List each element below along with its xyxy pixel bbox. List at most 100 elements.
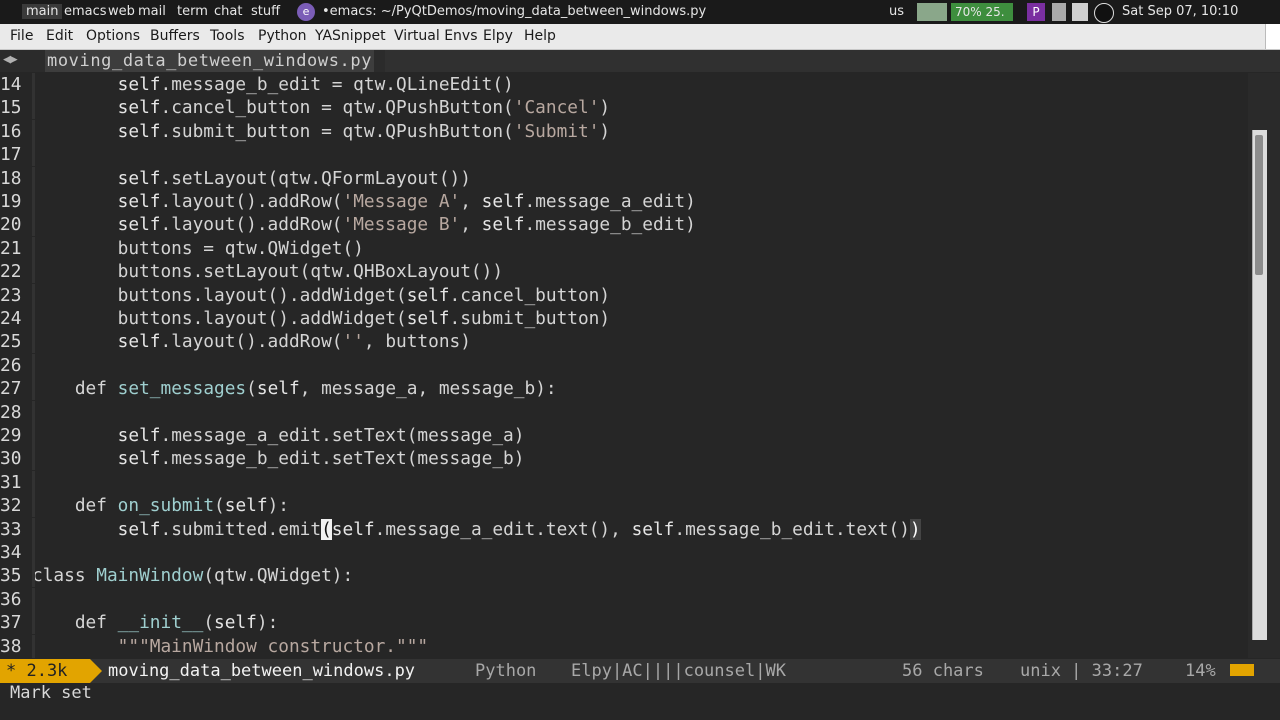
code-line[interactable]: 17: [0, 143, 1248, 167]
menu-help[interactable]: Help: [524, 28, 556, 44]
code-line[interactable]: 38 """MainWindow constructor.""": [0, 634, 1248, 658]
code-line[interactable]: 31: [0, 470, 1248, 494]
line-number: 21: [0, 237, 22, 259]
code-line[interactable]: 23 buttons.layout().addWidget(self.cance…: [0, 283, 1248, 307]
workspace-term[interactable]: term: [177, 4, 208, 19]
code-token: .message_a_edit.setText(message_a): [160, 425, 525, 446]
menu-python[interactable]: Python: [258, 28, 307, 44]
line-number: 19: [0, 191, 22, 212]
code-line[interactable]: 27 def set_messages(self, message_a, mes…: [0, 377, 1248, 401]
code-line[interactable]: 28: [0, 400, 1248, 424]
menu-buffers[interactable]: Buffers: [150, 28, 200, 44]
menu-yasnippet[interactable]: YASnippet: [315, 28, 386, 44]
code-line[interactable]: 15 self.cancel_button = qtw.QPushButton(…: [0, 96, 1248, 120]
menu-file[interactable]: File: [10, 28, 33, 44]
code-line[interactable]: 18 self.setLayout(qtw.QFormLayout()): [0, 166, 1248, 190]
code-token: .cancel_button): [449, 284, 611, 306]
line-number: 20: [0, 214, 22, 236]
menu-edit[interactable]: Edit: [46, 28, 73, 44]
code-token: self: [481, 191, 525, 212]
minor-modes[interactable]: Elpy|AC||||counsel|WK: [571, 659, 786, 683]
code-line[interactable]: 14 self.message_b_edit = qtw.QLineEdit(): [0, 73, 1248, 96]
fringe: [32, 307, 35, 330]
tab-current-file[interactable]: moving_data_between_windows.py: [45, 50, 375, 72]
code-token: .submit_button): [449, 308, 611, 329]
code-token: ,: [460, 214, 482, 236]
line-number: 16: [0, 120, 22, 142]
code-token: , buttons): [363, 331, 471, 353]
code-token: self: [117, 425, 161, 446]
code-token: self: [224, 495, 268, 517]
code-line[interactable]: 26: [0, 353, 1248, 377]
code-line[interactable]: 33 self.submitted.emit(self.message_a_ed…: [0, 517, 1248, 541]
code-line[interactable]: 21 buttons = qtw.QWidget(): [0, 236, 1248, 260]
code-token: 'Submit': [513, 120, 600, 142]
code-line[interactable]: 25 self.layout().addRow('', buttons): [0, 330, 1248, 354]
workspace-chat[interactable]: chat: [214, 4, 242, 19]
buffer-size: * 2.3k: [6, 661, 68, 681]
code-line[interactable]: 24 buttons.layout().addWidget(self.submi…: [0, 307, 1248, 330]
code-line[interactable]: 22 buttons.setLayout(qtw.QHBoxLayout()): [0, 260, 1248, 284]
workspace-stuff[interactable]: stuff: [251, 4, 280, 19]
workspace-main[interactable]: main: [22, 4, 63, 19]
code-token: class: [32, 565, 86, 587]
menu-bar: File Edit Options Buffers Tools Python Y…: [0, 24, 1280, 50]
text-cursor: (: [321, 518, 332, 540]
workspace-emacs[interactable]: emacs: [64, 4, 107, 19]
code-line[interactable]: 36: [0, 587, 1248, 611]
code-token: on_submit: [117, 495, 215, 517]
workspace-web[interactable]: web: [108, 4, 135, 19]
fringe: [32, 213, 35, 237]
menu-elpy[interactable]: Elpy: [483, 28, 513, 44]
fringe: [32, 119, 35, 143]
fringe: [32, 377, 35, 401]
code-token: .message_b_edit): [524, 214, 696, 236]
fringe: [32, 96, 35, 120]
code-token: self: [631, 518, 675, 540]
tray-icon[interactable]: [1052, 3, 1066, 21]
tray-app-icon[interactable]: P: [1027, 3, 1045, 21]
code-line[interactable]: 16 self.submit_button = qtw.QPushButton(…: [0, 119, 1248, 143]
code-token: self: [331, 518, 375, 540]
menu-virtual-envs[interactable]: Virtual Envs: [394, 28, 478, 44]
fringe: [32, 353, 35, 377]
line-number: 37: [0, 612, 22, 634]
code-line[interactable]: 34: [0, 541, 1248, 564]
code-token: MainWindow: [96, 565, 204, 587]
menu-tools[interactable]: Tools: [210, 28, 245, 44]
clipboard-icon[interactable]: [1072, 3, 1088, 21]
window-edge: [1265, 24, 1280, 49]
code-line[interactable]: 29 self.message_a_edit.setText(message_a…: [0, 424, 1248, 447]
fringe: [32, 73, 35, 96]
obs-icon[interactable]: [1094, 3, 1114, 23]
code-editor[interactable]: 14 self.message_b_edit = qtw.QLineEdit()…: [0, 73, 1248, 658]
code-token: ,: [460, 191, 482, 212]
code-line[interactable]: 37 def __init__(self):: [0, 611, 1248, 635]
line-number: 36: [0, 588, 22, 610]
code-line[interactable]: 19 self.layout().addRow('Message A', sel…: [0, 190, 1248, 213]
tab-scroll-arrows-icon[interactable]: ◀▶: [3, 52, 18, 67]
code-line[interactable]: 32 def on_submit(self):: [0, 494, 1248, 518]
fringe: [32, 424, 35, 447]
cpu-graph-icon: [917, 3, 947, 21]
code-line[interactable]: 20 self.layout().addRow('Message B', sel…: [0, 213, 1248, 237]
workspace-mail[interactable]: mail: [138, 4, 166, 19]
system-top-bar: main emacs web mail term chat stuff e •e…: [0, 0, 1280, 24]
menu-options[interactable]: Options: [86, 28, 140, 44]
code-line[interactable]: 35 class MainWindow(qtw.QWidget):: [0, 564, 1248, 588]
major-mode[interactable]: Python: [475, 659, 536, 683]
fringe: [32, 587, 35, 611]
line-number: 27: [0, 378, 22, 400]
fringe: [32, 611, 35, 635]
scrollbar-thumb[interactable]: [1255, 135, 1263, 275]
tab-line-filler: [385, 50, 1280, 72]
code-line[interactable]: 30 self.message_b_edit.setText(message_b…: [0, 447, 1248, 471]
code-token: 'Message A': [342, 191, 461, 212]
